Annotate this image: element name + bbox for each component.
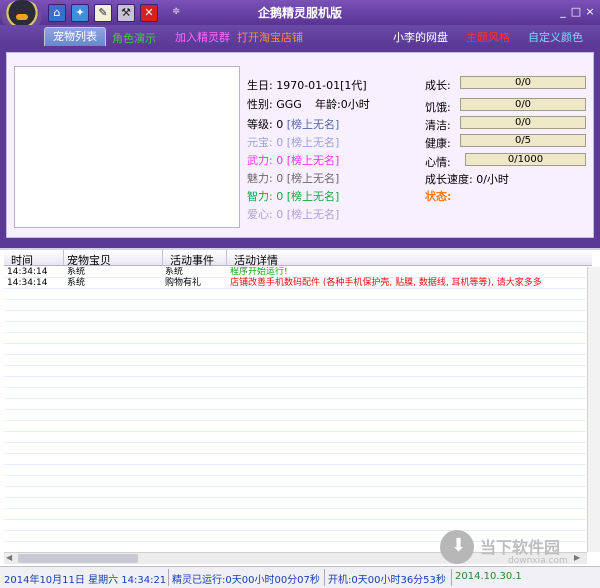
status-datetime: 2014年10月11日 星期六 14:34:21	[4, 575, 167, 586]
watermark-brand: 当下软件园	[480, 538, 561, 557]
force-field: 武力: 0 [榜上无名]	[247, 152, 339, 168]
yuanbao-rank: [榜上无名]	[286, 136, 340, 149]
intel-value: 0	[276, 190, 284, 203]
row-event: 购物有礼	[165, 278, 202, 288]
theme-link[interactable]: 主题风格	[466, 29, 510, 45]
watermark-logo: ⬇ 当下软件园 downxia.com	[440, 530, 586, 568]
intel-label: 智力:	[247, 190, 273, 203]
mood-bar: 0/1000	[465, 153, 586, 166]
column-divider[interactable]	[226, 250, 227, 266]
clean-bar: 0/0	[460, 116, 586, 129]
join-group-link[interactable]: 加入精灵群	[175, 29, 230, 45]
force-value: 0	[276, 154, 284, 167]
column-event[interactable]: 活动事件	[170, 252, 214, 268]
charm-field: 魅力: 0 [榜上无名]	[247, 170, 339, 186]
custom-color-link[interactable]: 自定义颜色	[528, 29, 583, 45]
love-field: 爱心: 0 [榜上无名]	[247, 206, 339, 222]
charm-rank: [榜上无名]	[286, 172, 340, 185]
growth-label: 成长:	[425, 79, 451, 92]
log-header: 时间 宠物宝贝 活动事件 活动详情	[4, 250, 592, 268]
status-boot-time: 开机:0天00小时36分53秒	[328, 575, 446, 586]
minimize-button[interactable]: _	[556, 5, 570, 19]
level-value: 0	[276, 118, 284, 131]
love-value: 0	[276, 208, 284, 221]
column-pet[interactable]: 宠物宝贝	[67, 252, 111, 268]
my-disk-link[interactable]: 小李的网盘	[393, 29, 448, 45]
status-divider	[324, 569, 325, 586]
title-bar: ⌂ ✦ ✎ ⚒ ✕ ≑ 企鹅精灵服机版 _ □ ×	[0, 0, 600, 32]
tab-strip: 宠物列表 角色演示 加入精灵群 打开淘宝店铺 小李的网盘 主题风格 自定义颜色	[0, 25, 600, 46]
maximize-button[interactable]: □	[569, 5, 583, 19]
row-pet: 系统	[67, 267, 86, 277]
force-label: 武力:	[247, 154, 273, 167]
hunger-label: 饥饿:	[425, 101, 451, 114]
table-row[interactable]: 14:34:14 系统 系统 程序开始运行!	[4, 267, 586, 278]
hunger-bar: 0/0	[460, 98, 586, 111]
gender-label: 性别:	[247, 98, 273, 111]
intel-rank: [榜上无名]	[286, 190, 340, 203]
activity-log: 时间 宠物宝贝 活动事件 活动详情 14:34:14 系统 系统 程序开始运行!…	[0, 248, 600, 566]
force-rank: [榜上无名]	[286, 154, 340, 167]
vertical-scrollbar[interactable]	[587, 267, 600, 552]
pet-info-card: 生日: 1970-01-01[1代] 性别: GGG 年龄:0小时 等级: 0 …	[6, 52, 594, 238]
column-divider[interactable]	[162, 250, 163, 266]
pet-avatar[interactable]	[14, 66, 240, 228]
yuanbao-field: 元宝: 0 [榜上无名]	[247, 134, 339, 150]
charm-label: 魅力:	[247, 172, 273, 185]
age-field: 年龄:0小时	[315, 98, 370, 111]
column-detail[interactable]: 活动详情	[234, 252, 278, 268]
clean-label: 清洁:	[425, 119, 451, 132]
status-divider	[451, 569, 452, 586]
scroll-left-icon[interactable]: ◀	[6, 553, 12, 562]
birthday-value: 1970-01-01[1代]	[276, 79, 367, 92]
row-detail: 店铺改善手机数码配件 (各种手机保护壳, 贴膜, 数据线, 耳机等等), 请大家…	[230, 278, 542, 288]
health-label: 健康:	[425, 137, 451, 150]
tab-pet-list[interactable]: 宠物列表	[44, 27, 106, 46]
table-row[interactable]: 14:34:14 系统 购物有礼 店铺改善手机数码配件 (各种手机保护壳, 贴膜…	[4, 278, 586, 289]
level-rank: [榜上无名]	[286, 118, 340, 131]
birthday-field: 生日: 1970-01-01[1代]	[247, 77, 367, 93]
health-bar: 0/5	[460, 134, 586, 147]
tab-role-demo[interactable]: 角色演示	[112, 30, 156, 46]
birthday-label: 生日:	[247, 79, 273, 92]
open-shop-link[interactable]: 打开淘宝店铺	[237, 29, 303, 45]
love-rank: [榜上无名]	[286, 208, 340, 221]
level-field: 等级: 0 [榜上无名]	[247, 116, 339, 132]
intel-field: 智力: 0 [榜上无名]	[247, 188, 339, 204]
charm-value: 0	[276, 172, 284, 185]
growth-speed: 成长速度: 0/小时	[425, 173, 509, 186]
status-bar: 2014年10月11日 星期六 14:34:21 精灵已运行:0天00小时00分…	[0, 566, 600, 588]
watermark-domain: downxia.com	[508, 556, 568, 566]
yuanbao-label: 元宝:	[247, 136, 273, 149]
row-detail: 程序开始运行!	[230, 267, 288, 277]
love-label: 爱心:	[247, 208, 273, 221]
gender-field: 性别: GGG	[247, 96, 302, 112]
column-divider[interactable]	[63, 250, 64, 266]
scroll-thumb[interactable]	[18, 554, 138, 563]
mood-label: 心情:	[425, 156, 451, 169]
column-time[interactable]: 时间	[11, 252, 33, 268]
status-version: 2014.10.30.1	[455, 571, 522, 582]
row-event: 系统	[165, 267, 184, 277]
status-label: 状态:	[425, 190, 452, 203]
growth-bar: 0/0	[460, 76, 586, 89]
status-runtime: 精灵已运行:0天00小时00分07秒	[172, 575, 320, 586]
row-time: 14:34:14	[7, 267, 48, 277]
status-divider	[168, 569, 169, 586]
pet-panel: 生日: 1970-01-01[1代] 性别: GGG 年龄:0小时 等级: 0 …	[0, 46, 600, 248]
window-title: 企鹅精灵服机版	[257, 6, 342, 20]
gender-value: GGG	[276, 98, 302, 111]
close-button[interactable]: ×	[583, 5, 597, 19]
yuanbao-value: 0	[276, 136, 284, 149]
level-label: 等级:	[247, 118, 273, 131]
row-time: 14:34:14	[7, 278, 48, 288]
download-arrow-icon: ⬇	[440, 530, 474, 564]
row-pet: 系统	[67, 278, 86, 288]
log-body[interactable]: 14:34:14 系统 系统 程序开始运行! 14:34:14 系统 购物有礼 …	[4, 267, 586, 552]
